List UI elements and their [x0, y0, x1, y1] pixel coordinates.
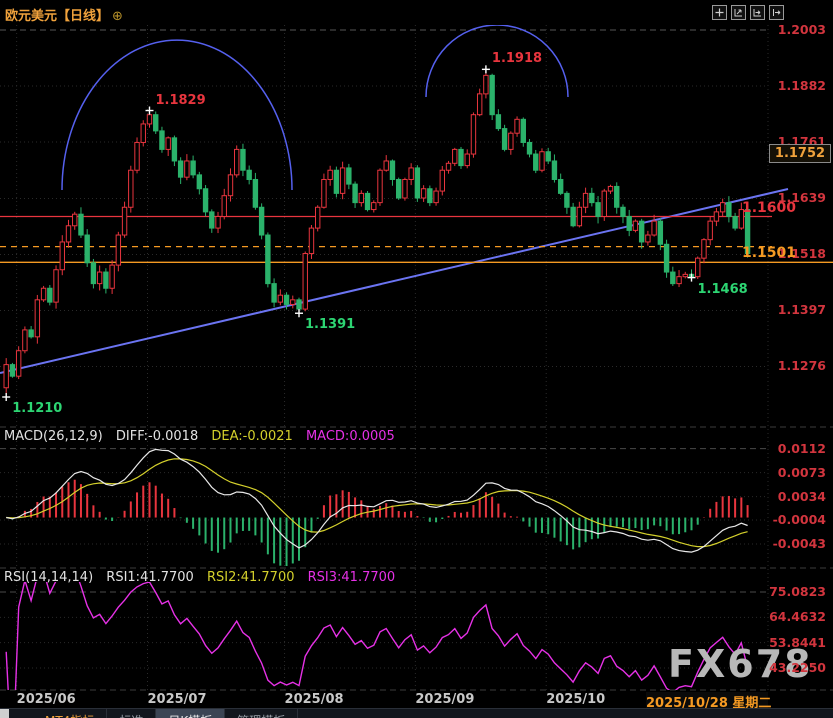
bottom-tab-1[interactable]: MT4指标 [33, 709, 107, 718]
pivot-label: 1.1391 [305, 317, 355, 332]
rsi3-value: RSI3:41.7700 [308, 570, 396, 585]
macd-diff-value: DIFF:-0.0018 [116, 429, 198, 444]
rsi-header: RSI(14,14,14) RSI1:41.7700 RSI2:41.7700 … [4, 570, 404, 585]
scroll-left-icon[interactable] [750, 5, 765, 20]
pivot-label: 1.1210 [12, 401, 62, 416]
gridlines [0, 25, 833, 690]
macd-axis-tick: -0.0004 [768, 512, 826, 527]
x-axis-month-label: 2025/09 [415, 692, 474, 707]
macd-name: MACD(26,12,9) [4, 429, 103, 444]
price-line-label: 1.1501 [742, 245, 796, 261]
pivot-label: 1.1918 [492, 51, 542, 66]
titlebar: 欧元美元【日线】⊕ [5, 5, 123, 24]
current-price-label: 1.1752 [769, 144, 831, 163]
chart-toolbar [712, 5, 784, 20]
bottom-tab-2[interactable]: 标准 [107, 709, 156, 718]
candles [4, 69, 750, 397]
price-axis-tick: 1.1882 [768, 78, 826, 93]
bottom-tab-bar: MT4指标标准日K模板管理模板 [0, 708, 833, 718]
x-axis-month-label: 2025/10 [546, 692, 605, 707]
pivot-markers [2, 65, 695, 401]
macd-dea-value: DEA:-0.0021 [211, 429, 292, 444]
rsi-axis-tick: 75.0823 [768, 584, 826, 599]
macd-axis-tick: 0.0034 [768, 489, 826, 504]
instrument-title: 欧元美元 [5, 9, 57, 24]
x-axis-month-label: 2025/08 [285, 692, 344, 707]
rsi2-value: RSI2:41.7700 [207, 570, 295, 585]
rsi-axis-tick: 64.4632 [768, 609, 826, 624]
chart-canvas[interactable] [0, 0, 833, 718]
price-axis-tick: 1.2003 [768, 22, 826, 37]
macd-header: MACD(26,12,9) DIFF:-0.0018 DEA:-0.0021 M… [4, 429, 404, 444]
move-icon[interactable] [712, 5, 727, 20]
rsi-axis-tick: 43.2250 [768, 660, 826, 675]
rsi-axis-tick: 53.8441 [768, 635, 826, 650]
macd-axis-tick: 0.0073 [768, 465, 826, 480]
period-tag: 【日线】 [57, 9, 109, 24]
x-axis-month-label: 2025/06 [17, 692, 76, 707]
chart-window: FX678 欧元美元【日线】⊕ MACD(26,12,9) DIFF:-0.00… [0, 0, 833, 718]
rsi-name: RSI(14,14,14) [4, 570, 93, 585]
price-axis-tick: 1.1397 [768, 302, 826, 317]
bottom-tab-3[interactable]: 日K模板 [156, 709, 225, 718]
price-axis-tick: 1.1276 [768, 358, 826, 373]
macd-axis-tick: 0.0112 [768, 441, 826, 456]
add-indicator-icon[interactable]: ⊕ [112, 9, 123, 24]
pivot-label: 1.1829 [155, 93, 205, 108]
macd-hist-value: MACD:0.0005 [306, 429, 395, 444]
macd-panel [6, 449, 747, 566]
bottom-tab-4[interactable]: 管理模板 [225, 709, 298, 718]
x-axis-month-label: 2025/07 [147, 692, 206, 707]
scale-axis-icon[interactable] [731, 5, 746, 20]
go-to-latest-icon[interactable] [769, 5, 784, 20]
price-line-label: 1.1600 [742, 200, 796, 216]
pivot-label: 1.1468 [698, 282, 748, 297]
macd-axis-tick: -0.0043 [768, 536, 826, 551]
clipped-tab-icon[interactable] [0, 709, 9, 718]
rsi1-value: RSI1:41.7700 [106, 570, 194, 585]
rsi-panel [6, 569, 747, 718]
